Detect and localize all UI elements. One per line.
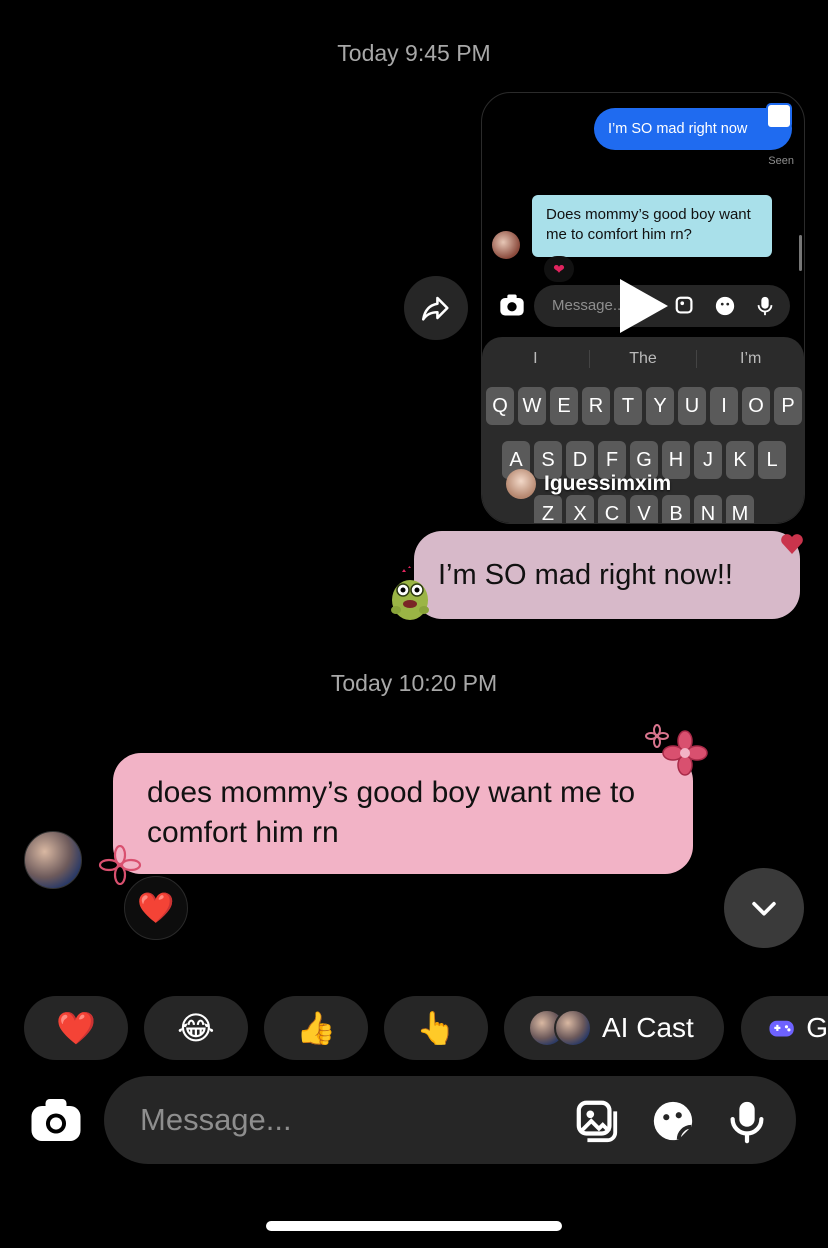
quick-reaction-heart[interactable]: ❤️ (24, 996, 128, 1060)
reel-overlay-square (766, 103, 792, 129)
reel-key: O (742, 387, 770, 425)
share-button[interactable] (404, 276, 468, 340)
incoming-message-bubble[interactable]: does mommy’s good boy want me to comfort… (113, 753, 693, 874)
reel-key: L (758, 441, 786, 479)
reel-heart-reaction: ❤ (544, 256, 574, 282)
reel-creator-avatar (506, 469, 536, 499)
point-up-emoji: 👆 (416, 1010, 456, 1046)
reel-microphone-icon (754, 295, 776, 317)
sender-avatar[interactable] (24, 831, 82, 889)
reel-scrollbar (799, 235, 802, 271)
reel-gallery-icon (674, 295, 696, 317)
reel-creator: Iguessimxim (506, 469, 671, 499)
reel-avatar (492, 231, 520, 259)
quick-reaction-thumbs-up[interactable]: 👍 (264, 996, 368, 1060)
play-icon (620, 279, 668, 333)
timestamp-first: Today 9:45 PM (337, 40, 491, 66)
reel-suggestion-1: I (482, 350, 590, 368)
reel-key: N (694, 495, 722, 523)
home-indicator[interactable] (266, 1221, 562, 1231)
camera-icon[interactable] (28, 1092, 84, 1148)
reel-creator-name: Iguessimxim (544, 472, 672, 495)
reel-key: Y (646, 387, 674, 425)
reel-key: P (774, 387, 802, 425)
ai-cast-button[interactable]: AI Cast (504, 996, 724, 1060)
shared-reel-preview[interactable]: I’m SO mad right now Seen Does mommy’s g… (481, 92, 805, 524)
timestamp-second: Today 10:20 PM (330, 670, 498, 696)
laughing-emoji: 😂 (177, 1010, 215, 1046)
outgoing-message-text: I’m SO mad right now!! (438, 559, 733, 591)
share-arrow-icon (421, 296, 449, 321)
quick-reaction-laugh[interactable]: 😂 (144, 996, 248, 1060)
reel-key: C (598, 495, 626, 523)
games-button[interactable]: G (741, 996, 828, 1060)
reaction-emoji: ❤️ (137, 891, 175, 925)
quick-reaction-point-up[interactable]: 👆 (384, 996, 488, 1060)
microphone-icon[interactable] (724, 1098, 770, 1144)
thumbs-up-emoji: 👍 (296, 1010, 336, 1046)
incoming-message-text: does mommy’s good boy want me to comfort… (147, 776, 636, 849)
reel-key: Q (486, 387, 514, 425)
gallery-icon[interactable] (574, 1098, 620, 1144)
reel-suggestion-2: The (590, 350, 698, 368)
reel-sticker-icon (714, 295, 736, 317)
scroll-to-bottom-button[interactable] (724, 868, 804, 948)
gamepad-icon (769, 1020, 794, 1037)
reel-seen-label: Seen (768, 155, 794, 167)
reel-sent-message: I’m SO mad right now (594, 108, 792, 150)
frog-sticker-icon (391, 566, 429, 620)
reel-key: U (678, 387, 706, 425)
reel-key: I (710, 387, 738, 425)
reel-received-message: Does mommy’s good boy want me to comfort… (532, 195, 772, 257)
reel-suggestion-3: I’m (740, 350, 762, 367)
reel-key: B (662, 495, 690, 523)
heart-emoji: ❤️ (56, 1010, 96, 1046)
reel-key: T (614, 387, 642, 425)
outgoing-message-bubble[interactable]: I’m SO mad right now!! (414, 531, 800, 619)
games-label: G (806, 1012, 828, 1043)
reel-key: Z (534, 495, 562, 523)
message-reaction-heart[interactable]: ❤️ (124, 876, 188, 940)
reel-key: X (566, 495, 594, 523)
reel-camera-icon (500, 294, 524, 316)
heart-sticker-icon (781, 534, 803, 554)
ai-cast-label: AI Cast (602, 1012, 694, 1043)
reel-key: E (550, 387, 578, 425)
chevron-down-icon (752, 901, 776, 916)
reel-key: W (518, 387, 546, 425)
reel-key: V (630, 495, 658, 523)
reel-keyboard-row-3: ZXCVBNM (534, 495, 754, 523)
reel-key: R (582, 387, 610, 425)
reel-key: M (726, 495, 754, 523)
message-placeholder: Message... (140, 1102, 292, 1137)
sticker-icon[interactable] (650, 1098, 696, 1144)
ai-cast-avatar-2 (554, 1009, 592, 1047)
flower-sticker-icon (662, 730, 708, 776)
reel-keyboard-row-1: QWERTYUIOP (486, 387, 802, 425)
flower-outline-sticker-icon (98, 845, 142, 885)
reel-key: J (694, 441, 722, 479)
reel-key: K (726, 441, 754, 479)
